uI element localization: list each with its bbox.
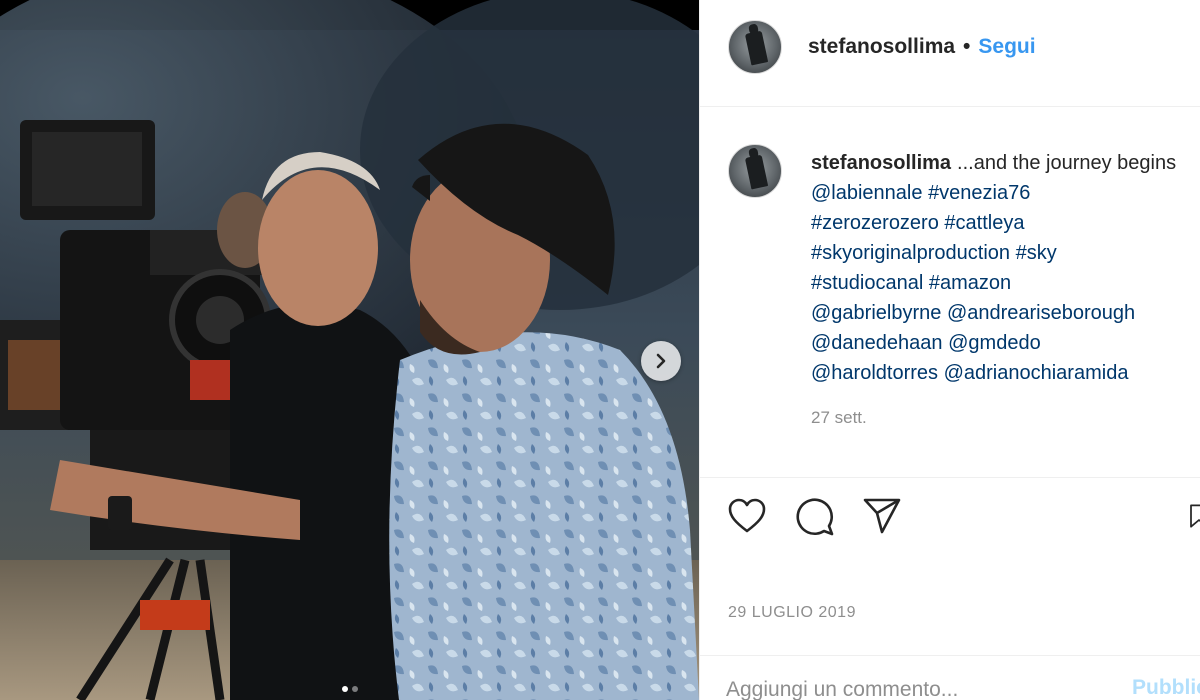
film-crew-photo xyxy=(0,0,699,700)
mention-tag[interactable]: @labiennale xyxy=(811,182,923,204)
mention-tag[interactable]: @adrianochiaramida xyxy=(944,362,1129,384)
mention-tag[interactable]: @danedehaan xyxy=(811,332,943,354)
divider xyxy=(700,106,1200,107)
hashtag[interactable]: #skyoriginalproduction xyxy=(811,242,1010,264)
heart-icon xyxy=(728,498,766,533)
post-date[interactable]: 29 LUGLIO 2019 xyxy=(728,604,856,622)
chevron-right-icon xyxy=(656,353,666,369)
hashtag[interactable]: #cattleya xyxy=(944,212,1024,234)
carousel-indicator xyxy=(0,686,699,692)
hashtag[interactable]: #studiocanal xyxy=(811,272,923,294)
author-avatar[interactable] xyxy=(728,20,782,74)
hashtag[interactable]: #venezia76 xyxy=(928,182,1030,204)
follow-button[interactable]: Segui xyxy=(978,35,1035,59)
mention-tag[interactable]: @gabrielbyrne xyxy=(811,302,941,324)
divider xyxy=(700,655,1200,656)
mention-tag[interactable]: @andreariseborough xyxy=(947,302,1135,324)
publish-button[interactable]: Pubblica xyxy=(1132,676,1200,700)
hashtag[interactable]: #amazon xyxy=(929,272,1011,294)
mention-tag[interactable]: @haroldtorres xyxy=(811,362,938,384)
hashtag[interactable]: #sky xyxy=(1016,242,1057,264)
comment-bubble-icon xyxy=(796,498,834,536)
carousel-dot-active xyxy=(341,686,348,692)
hashtag[interactable]: #zerozerozero xyxy=(811,212,939,234)
caption-username[interactable]: stefanosollima xyxy=(811,152,951,174)
comment-input[interactable] xyxy=(726,672,1116,700)
comment-button[interactable] xyxy=(793,494,837,538)
post-sidebar: stefanosollima • Segui stefanosollima...… xyxy=(699,0,1200,700)
mention-tag[interactable]: @gmdedo xyxy=(948,332,1041,354)
save-button[interactable] xyxy=(1189,494,1200,538)
share-button[interactable] xyxy=(860,494,904,538)
next-slide-button[interactable] xyxy=(641,341,681,381)
author-username[interactable]: stefanosollima xyxy=(808,35,955,59)
carousel-dot xyxy=(351,686,358,692)
paper-plane-icon xyxy=(863,498,901,534)
caption-avatar[interactable] xyxy=(728,144,782,198)
caption-text: ...and the journey begins xyxy=(957,152,1177,174)
post-caption: stefanosollima ...and the journey begins … xyxy=(811,148,1200,388)
like-button[interactable] xyxy=(725,494,769,538)
bookmark-icon xyxy=(1190,504,1200,528)
divider xyxy=(700,477,1200,478)
separator-dot: • xyxy=(963,35,971,58)
post-photo[interactable] xyxy=(0,0,699,700)
post-header: stefanosollima • Segui xyxy=(808,35,1036,59)
caption-timestamp[interactable]: 27 sett. xyxy=(811,408,867,428)
